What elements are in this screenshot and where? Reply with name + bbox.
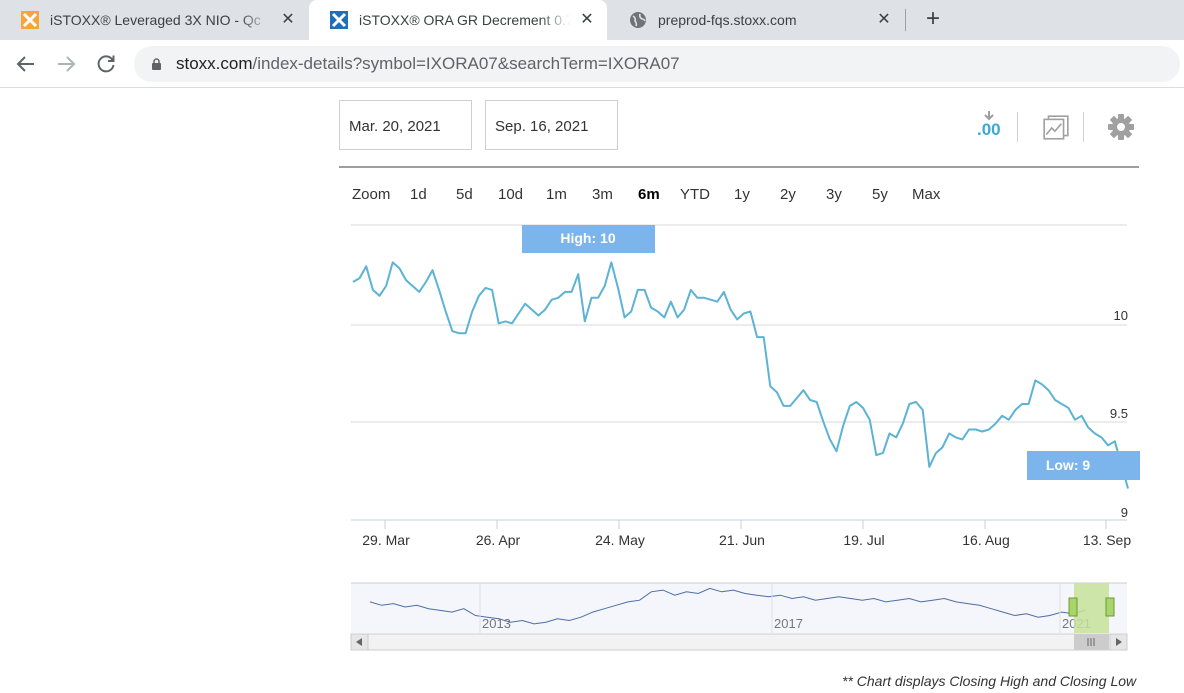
x-axis-ticks: 29. Mar 26. Apr 24. May 21. Jun 19. Jul 16. A… [362,520,1131,548]
navigator-bg [351,583,1127,633]
reload-icon[interactable] [94,52,118,76]
tab-divider [905,9,906,31]
decimals-label: .00 [977,120,1001,139]
range-10d[interactable]: 10d [498,186,523,203]
y-tick-label: 9.5 [1110,406,1128,421]
navigator-tick-label: 2017 [774,616,803,631]
x-tick-label: 26. Apr [476,532,521,548]
chart-footnote: ** Chart displays Closing High and Closi… [842,673,1137,689]
y-tick-label: 9 [1121,505,1128,520]
series-line [352,261,1129,489]
scrollbar-track[interactable] [350,633,1128,651]
tab-title: iSTOXX® Leveraged 3X NIO - Qc [50,12,261,28]
tab-preprod[interactable]: preprod-fqs.stoxx.com ✕ [608,0,904,40]
y-tick-label: 10 [1114,308,1128,323]
tab-ora-decrement[interactable]: iSTOXX® ORA GR Decrement 0.7 ✕ [309,0,607,40]
tab-title: preprod-fqs.stoxx.com [658,12,797,28]
range-1y[interactable]: 1y [734,186,750,203]
low-flag: Low: 9 [1027,451,1140,480]
x-tick-label: 19. Jul [843,532,884,548]
url-text: stoxx.com/index-details?symbol=IXORA07&s… [176,54,680,74]
section-divider [339,166,1139,168]
close-tab-icon[interactable]: ✕ [577,10,597,30]
navigator[interactable]: 201320172021 [350,582,1128,651]
navigator-selection[interactable] [1074,583,1109,633]
range-5d[interactable]: 5d [456,186,473,203]
y-axis-labels: 109.59 [1110,308,1128,520]
plus-icon[interactable]: + [920,7,946,32]
lock-icon [152,58,161,70]
tool-divider [1083,112,1084,142]
tab-leveraged-nio[interactable]: iSTOXX® Leveraged 3X NIO - Qc ✕ [0,0,308,40]
range-1m[interactable]: 1m [546,186,567,203]
range-1d[interactable]: 1d [410,186,427,203]
browser-toolbar: stoxx.com/index-details?symbol=IXORA07&s… [0,40,1184,88]
back-arrow-icon[interactable] [14,52,38,76]
range-5y[interactable]: 5y [872,186,888,203]
low-flag-label: Low: 9 [1046,457,1091,473]
globe-icon [630,12,646,28]
stoxx-orange-icon [21,11,39,29]
high-flag-label: High: 10 [560,230,615,246]
tab-title: iSTOXX® ORA GR Decrement 0.7 [359,12,571,28]
range-6m[interactable]: 6m [638,186,660,203]
x-tick-label: 24. May [595,532,645,548]
settings-gear-icon[interactable] [1107,112,1135,142]
navigator-tick-label: 2013 [482,616,511,631]
x-tick-label: 21. Jun [719,532,765,548]
tool-divider [1017,112,1018,142]
range-max[interactable]: Max [912,186,940,203]
end-date-input[interactable]: Sep. 16, 2021 [485,100,618,150]
range-3m[interactable]: 3m [592,186,613,203]
stoxx-blue-icon [330,11,348,29]
close-tab-icon[interactable]: ✕ [874,10,894,30]
address-bar[interactable]: stoxx.com/index-details?symbol=IXORA07&s… [134,46,1180,82]
range-3y[interactable]: 3y [826,186,842,203]
high-flag: High: 10 [522,225,655,253]
tab-strip: iSTOXX® Leveraged 3X NIO - Qc ✕ iSTOXX® … [0,0,1184,40]
navigator-handle-right[interactable] [1105,597,1115,617]
zoom-label: Zoom [352,186,391,203]
url-path: /index-details?symbol=IXORA07&searchTerm… [252,54,680,73]
range-ytd[interactable]: YTD [680,186,710,203]
x-tick-label: 13. Sep [1083,532,1131,548]
decimals-icon[interactable]: .00 [975,110,1003,140]
forward-arrow-icon[interactable] [54,52,78,76]
close-tab-icon[interactable]: ✕ [278,10,298,30]
chart-type-icon[interactable] [1042,113,1070,143]
range-2y[interactable]: 2y [780,186,796,203]
x-tick-label: 29. Mar [362,532,410,548]
price-chart[interactable]: 29. Mar 26. Apr 24. May 21. Jun 19. Jul 16. A… [340,215,1140,655]
x-tick-label: 16. Aug [962,532,1010,548]
url-host: stoxx.com [176,54,253,73]
navigator-handle-left[interactable] [1068,597,1078,617]
start-date-input[interactable]: Mar. 20, 2021 [339,100,472,150]
